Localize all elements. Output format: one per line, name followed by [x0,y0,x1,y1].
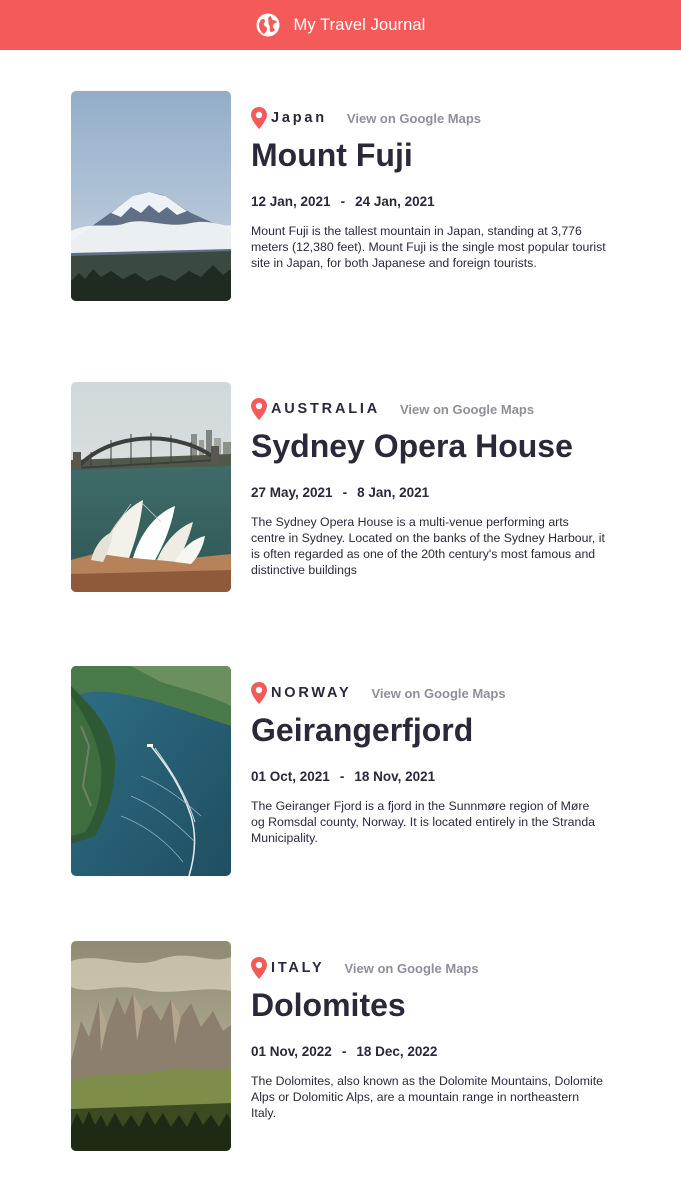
google-maps-link[interactable]: View on Google Maps [347,111,481,126]
trip-dates: 12 Jan, 2021-24 Jan, 2021 [251,193,611,211]
country-label: ITALY [271,960,325,976]
location-row: ITALY View on Google Maps [251,954,611,982]
start-date: 27 May, 2021 [251,485,333,500]
country-label: AUSTRALIA [271,401,380,417]
place-title: Dolomites [251,987,406,1023]
google-maps-link[interactable]: View on Google Maps [344,961,478,976]
place-description: The Dolomites, also known as the Dolomit… [251,1074,603,1120]
journal-entry: Japan View on Google Maps Mount Fuji 12 … [71,91,611,301]
geirangerfjord-photo [71,666,231,876]
trip-dates: 01 Oct, 2021-18 Nov, 2021 [251,768,611,786]
country-label: NORWAY [271,685,352,701]
trip-dates: 01 Nov, 2022-18 Dec, 2022 [251,1043,611,1061]
place-description: The Sydney Opera House is a multi-venue … [251,515,605,577]
date-separator: - [339,769,345,784]
sydney-opera-house-photo [71,382,231,592]
end-date: 8 Jan, 2021 [357,485,430,500]
place-title: Geirangerfjord [251,712,474,748]
place-description: Mount Fuji is the tallest mountain in Ja… [251,224,606,270]
location-pin-icon [251,398,267,420]
end-date: 18 Dec, 2022 [356,1044,438,1059]
journal-entry: ITALY View on Google Maps Dolomites 01 N… [71,941,611,1151]
location-row: NORWAY View on Google Maps [251,679,611,707]
mount-fuji-photo [71,91,231,301]
place-description: The Geiranger Fjord is a fjord in the Su… [251,799,596,845]
app-title: My Travel Journal [293,15,426,34]
entry-info: ITALY View on Google Maps Dolomites 01 N… [251,941,611,1151]
location-row: AUSTRALIA View on Google Maps [251,395,611,423]
location-pin-icon [251,107,267,129]
google-maps-link[interactable]: View on Google Maps [400,402,534,417]
country-label: Japan [271,110,327,126]
google-maps-link[interactable]: View on Google Maps [371,686,505,701]
trip-dates: 27 May, 2021-8 Jan, 2021 [251,484,611,502]
start-date: 01 Nov, 2022 [251,1044,332,1059]
end-date: 18 Nov, 2021 [354,769,436,784]
entry-info: Japan View on Google Maps Mount Fuji 12 … [251,91,611,301]
entry-info: NORWAY View on Google Maps Geirangerfjor… [251,666,611,876]
date-separator: - [340,194,346,209]
journal-entry: AUSTRALIA View on Google Maps Sydney Ope… [71,382,611,592]
app-header: My Travel Journal [0,0,681,50]
globe-icon [256,13,280,37]
place-title: Mount Fuji [251,137,413,173]
start-date: 12 Jan, 2021 [251,194,331,209]
end-date: 24 Jan, 2021 [355,194,435,209]
entry-info: AUSTRALIA View on Google Maps Sydney Ope… [251,382,611,592]
journal-entry: NORWAY View on Google Maps Geirangerfjor… [71,666,611,876]
date-separator: - [342,485,348,500]
dolomites-photo [71,941,231,1151]
place-title: Sydney Opera House [251,428,573,464]
location-pin-icon [251,682,267,704]
location-row: Japan View on Google Maps [251,104,611,132]
date-separator: - [341,1044,347,1059]
start-date: 01 Oct, 2021 [251,769,330,784]
location-pin-icon [251,957,267,979]
